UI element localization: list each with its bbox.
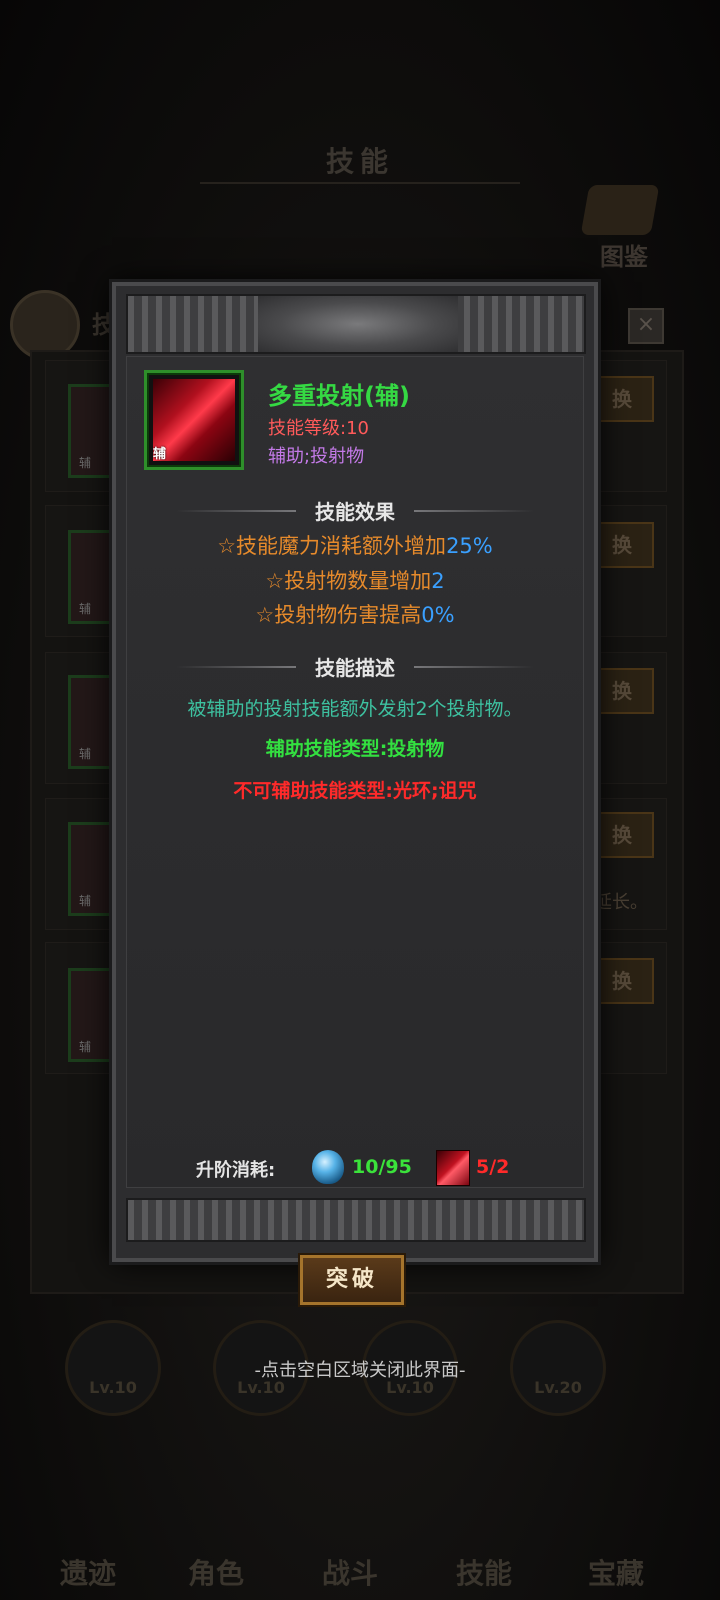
skill-level: 技能等级:10: [268, 418, 369, 439]
effect-value: 0%: [421, 603, 455, 627]
support-type: 辅助技能类型:投射物: [265, 738, 445, 760]
breakthrough-button[interactable]: 突破: [300, 1255, 404, 1305]
bottom-navigation: 遗迹 角色 战斗 技能 宝藏: [0, 1480, 720, 1600]
effect-value: 25%: [446, 534, 493, 558]
dialog-content-area: [126, 356, 584, 1188]
skill-description: 被辅助的投射技能额外发射2个投射物。: [187, 698, 523, 720]
support-tag: 辅: [79, 456, 92, 470]
unsupported-type: 不可辅助技能类型:光环;诅咒: [233, 780, 477, 802]
upgrade-cost-label: 升阶消耗:: [196, 1160, 276, 1181]
atlas-label: 图鉴: [600, 243, 648, 271]
support-tag: 辅: [79, 747, 92, 761]
skull-ornament-icon: [258, 296, 458, 352]
effect-line: ☆投射物伤害提高0%: [116, 599, 594, 629]
swap-button[interactable]: 换: [590, 522, 654, 568]
swap-button[interactable]: 换: [590, 376, 654, 422]
description-section-header: 技能描述: [116, 652, 594, 682]
skill-tags: 辅助;投射物: [268, 446, 365, 467]
background-description-fragment: 延长。: [594, 892, 648, 913]
effect-text: ☆投射物伤害提高: [255, 603, 422, 627]
swap-button[interactable]: 换: [590, 812, 654, 858]
swap-button[interactable]: 换: [590, 958, 654, 1004]
close-hint[interactable]: -点击空白区域关闭此界面-: [0, 1356, 720, 1382]
effect-line: ☆投射物数量增加2: [116, 565, 594, 595]
nav-battle[interactable]: 战斗: [290, 1552, 410, 1592]
nav-skills[interactable]: 技能: [424, 1552, 544, 1592]
support-tag: 辅: [153, 447, 167, 462]
dialog-top-ornament: [126, 294, 586, 354]
skill-name: 多重投射(辅): [268, 382, 410, 410]
nav-treasure[interactable]: 宝藏: [556, 1552, 676, 1592]
skill-icon: 辅: [144, 370, 244, 470]
nav-character[interactable]: 角色: [156, 1552, 276, 1592]
support-tag: 辅: [79, 894, 92, 908]
divider: [414, 510, 534, 512]
effect-value: 2: [431, 569, 445, 593]
close-icon[interactable]: ×: [628, 308, 664, 344]
upgrade-cost-row: 升阶消耗: 10/95 5/2: [116, 1148, 594, 1188]
skill-fragment-icon: [436, 1150, 470, 1186]
blue-gem-icon: [312, 1150, 344, 1184]
support-tag: 辅: [79, 602, 92, 616]
skill-detail-dialog: 辅 多重投射(辅) 技能等级:10 辅助;投射物 技能效果 ☆技能魔力消耗额外增…: [112, 282, 598, 1262]
dialog-bottom-ornament: [126, 1198, 586, 1242]
background-title: 技能: [325, 145, 394, 178]
atlas-button[interactable]: 图鉴: [580, 185, 665, 275]
fragment-amount: 5/2: [476, 1156, 510, 1178]
divider: [414, 666, 534, 668]
swap-button[interactable]: 换: [590, 668, 654, 714]
nav-ruins[interactable]: 遗迹: [28, 1552, 148, 1592]
effect-text: ☆技能魔力消耗额外增加: [217, 534, 447, 558]
gem-amount: 10/95: [352, 1156, 412, 1178]
effects-section-header: 技能效果: [116, 496, 594, 526]
effect-line: ☆技能魔力消耗额外增加25%: [116, 530, 594, 560]
support-tag: 辅: [79, 1040, 92, 1054]
effect-text: ☆投射物数量增加: [265, 569, 432, 593]
book-icon: [580, 185, 660, 235]
